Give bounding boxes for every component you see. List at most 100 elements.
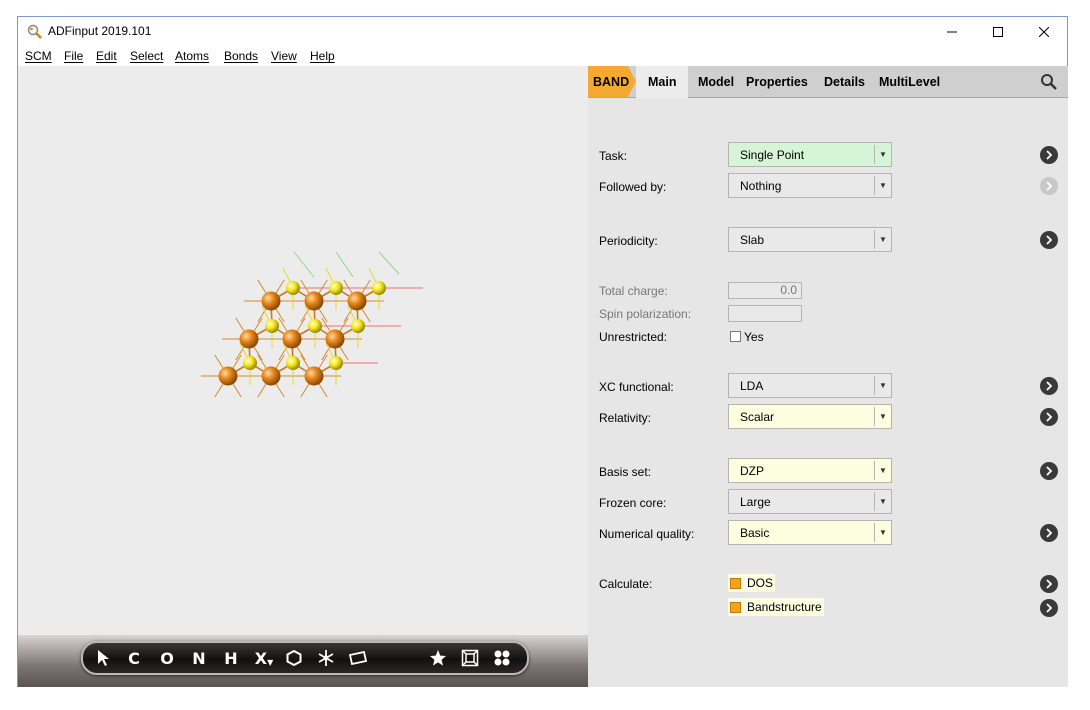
- element-picker-label: X: [254, 648, 268, 668]
- chevron-right-icon: [1046, 466, 1053, 476]
- basis-set-details-button[interactable]: [1040, 462, 1058, 480]
- bandstructure-details-button[interactable]: [1040, 599, 1058, 617]
- build-toolbar: C O N H X ▼: [81, 641, 529, 675]
- atom-small-3[interactable]: [265, 319, 279, 333]
- close-icon: [1039, 27, 1049, 37]
- atom-large-8[interactable]: [304, 366, 324, 386]
- menu-edit[interactable]: Edit: [96, 49, 117, 63]
- slab-structure[interactable]: [18, 66, 588, 626]
- molecule-viewport[interactable]: C O N H X ▼: [18, 66, 588, 687]
- plane-tool[interactable]: [347, 647, 369, 669]
- atom-large-3[interactable]: [239, 329, 259, 349]
- calculate-bandstructure-option[interactable]: Bandstructure: [728, 598, 824, 616]
- atom-small-4[interactable]: [308, 319, 322, 333]
- xc-functional-label: XC functional:: [599, 380, 674, 394]
- numerical-quality-details-button[interactable]: [1040, 524, 1058, 542]
- periodicity-label: Periodicity:: [599, 234, 658, 248]
- tab-properties[interactable]: Properties: [746, 75, 808, 89]
- menu-bonds[interactable]: Bonds: [224, 49, 258, 63]
- xc-functional-select[interactable]: LDA ▼: [728, 373, 892, 398]
- spin-polarization-field: [728, 305, 802, 322]
- select-arrow-tool[interactable]: [93, 647, 115, 669]
- atom-small-0[interactable]: [286, 281, 300, 295]
- atom-small-1[interactable]: [329, 281, 343, 295]
- task-details-button[interactable]: [1040, 146, 1058, 164]
- atom-small-6[interactable]: [243, 356, 257, 370]
- favorite-tool[interactable]: [427, 647, 449, 669]
- menu-help[interactable]: Help: [310, 49, 335, 63]
- atom-large-0[interactable]: [261, 291, 281, 311]
- menu-file[interactable]: File: [64, 49, 83, 63]
- xc-functional-details-button[interactable]: [1040, 377, 1058, 395]
- unit-cell-tool[interactable]: [459, 647, 481, 669]
- chevron-down-icon: ▼: [874, 523, 891, 542]
- cube-box-icon: [461, 649, 479, 667]
- tab-details[interactable]: Details: [824, 75, 865, 89]
- total-charge-label: Total charge:: [599, 284, 668, 298]
- calculate-label: Calculate:: [599, 577, 653, 591]
- dos-label: DOS: [747, 576, 774, 590]
- tab-model[interactable]: Model: [698, 75, 734, 89]
- search-icon[interactable]: [1040, 73, 1058, 91]
- atom-large-1[interactable]: [304, 291, 324, 311]
- frozen-core-label: Frozen core:: [599, 496, 667, 510]
- apps-tool[interactable]: [491, 647, 513, 669]
- task-select[interactable]: Single Point ▼: [728, 142, 892, 167]
- maximize-button[interactable]: [975, 17, 1021, 47]
- tab-main[interactable]: Main: [636, 66, 688, 98]
- relativity-select[interactable]: Scalar ▼: [728, 404, 892, 429]
- freeze-tool[interactable]: [315, 647, 337, 669]
- atom-large-5[interactable]: [325, 329, 345, 349]
- minimize-button[interactable]: [929, 17, 975, 47]
- numerical-quality-value: Basic: [740, 526, 770, 540]
- periodicity-select[interactable]: Slab ▼: [728, 227, 892, 252]
- dos-details-button[interactable]: [1040, 575, 1058, 593]
- window-title: ADFinput 2019.101: [48, 24, 152, 38]
- atom-large-7[interactable]: [261, 366, 281, 386]
- atom-small-5[interactable]: [351, 319, 365, 333]
- relativity-details-button[interactable]: [1040, 408, 1058, 426]
- menu-view[interactable]: View: [271, 49, 297, 63]
- band-engine-tab[interactable]: BAND: [588, 66, 636, 97]
- task-label: Task:: [599, 149, 628, 163]
- dos-checkbox[interactable]: [730, 577, 741, 589]
- menu-scm[interactable]: SCM: [25, 49, 52, 63]
- followed-by-select[interactable]: Nothing ▼: [728, 173, 892, 198]
- nitrogen-tool[interactable]: N: [188, 647, 210, 669]
- four-dots-icon: [494, 650, 510, 666]
- followed-by-details-button: [1040, 177, 1058, 195]
- oxygen-tool[interactable]: O: [156, 647, 178, 669]
- atom-small-8[interactable]: [329, 356, 343, 370]
- basis-set-select[interactable]: DZP ▼: [728, 458, 892, 483]
- chevron-down-icon: ▼: [874, 461, 891, 480]
- atom-small-2[interactable]: [372, 281, 386, 295]
- menu-select[interactable]: Select: [130, 49, 163, 63]
- atom-large-2[interactable]: [347, 291, 367, 311]
- menu-atoms[interactable]: Atoms: [175, 49, 209, 63]
- element-picker-tool[interactable]: X ▼: [251, 647, 277, 669]
- followed-by-value: Nothing: [740, 179, 782, 193]
- tab-main-label: Main: [648, 75, 677, 89]
- chevron-down-icon: ▼: [874, 407, 891, 426]
- dropdown-arrow-icon: ▼: [267, 657, 274, 667]
- atom-large-4[interactable]: [282, 329, 302, 349]
- tab-multilevel[interactable]: MultiLevel: [879, 75, 940, 89]
- close-button[interactable]: [1021, 17, 1067, 47]
- periodicity-details-button[interactable]: [1040, 231, 1058, 249]
- lattice-vector-b-line-0: [293, 251, 315, 278]
- frozen-core-select[interactable]: Large ▼: [728, 489, 892, 514]
- ring-tool[interactable]: [283, 647, 305, 669]
- unrestricted-option-label[interactable]: Yes: [744, 330, 764, 344]
- relativity-value: Scalar: [740, 410, 775, 424]
- carbon-tool[interactable]: C: [123, 647, 145, 669]
- atom-large-6[interactable]: [218, 366, 238, 386]
- atom-small-7[interactable]: [286, 356, 300, 370]
- hydrogen-tool[interactable]: H: [220, 647, 242, 669]
- calculate-dos-option[interactable]: DOS: [728, 574, 776, 592]
- numerical-quality-select[interactable]: Basic ▼: [728, 520, 892, 545]
- basis-set-label: Basis set:: [599, 465, 652, 479]
- unrestricted-checkbox[interactable]: [730, 331, 741, 342]
- bandstructure-checkbox[interactable]: [730, 601, 741, 613]
- frozen-core-value: Large: [740, 495, 771, 509]
- hexagon-icon: [286, 650, 302, 666]
